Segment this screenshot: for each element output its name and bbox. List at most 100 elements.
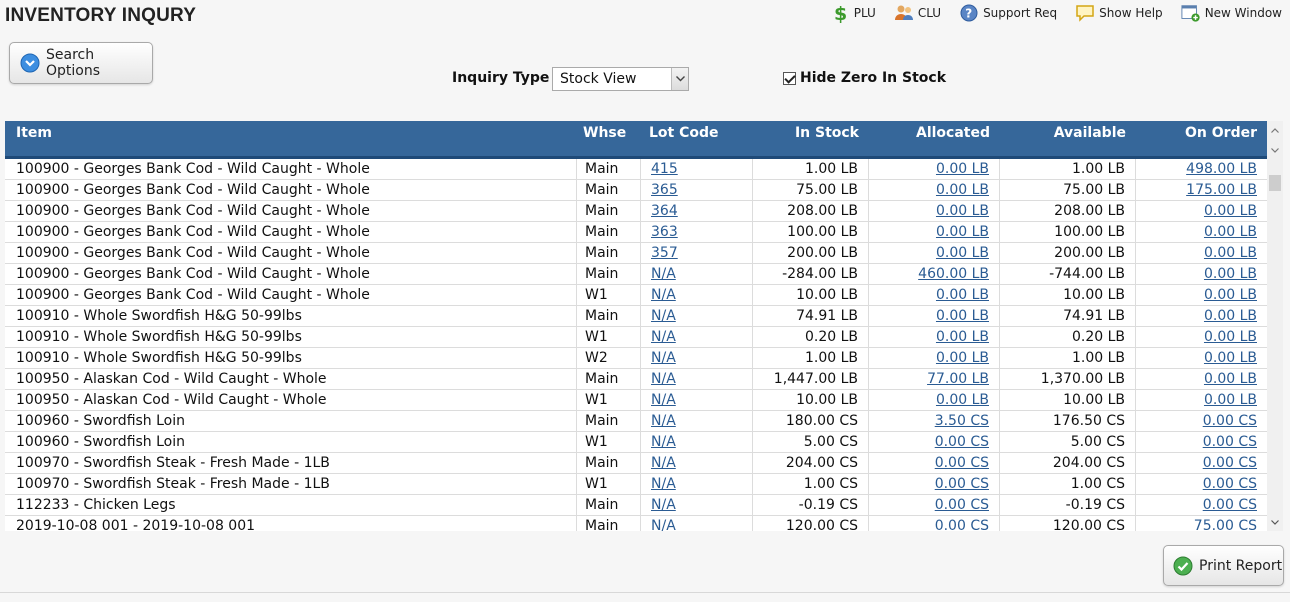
onorder-link[interactable]: 0.00 LB: [1204, 350, 1257, 366]
allocated-link[interactable]: 460.00 LB: [918, 266, 989, 282]
new-window-icon: [1181, 3, 1201, 23]
lot-link[interactable]: 363: [651, 224, 678, 240]
clu-link[interactable]: CLU: [894, 3, 941, 23]
table-row: 100900 - Georges Bank Cod - Wild Caught …: [5, 159, 1267, 180]
table-header: Item Whse Lot Code In Stock Allocated Av…: [5, 121, 1267, 159]
cell-whse: Main: [577, 222, 641, 242]
cell-onorder: 0.00 LB: [1136, 306, 1267, 326]
table-scrollbar[interactable]: [1267, 121, 1283, 531]
onorder-link[interactable]: 0.00 LB: [1204, 245, 1257, 261]
col-header-onorder[interactable]: On Order: [1136, 121, 1267, 156]
support-req-link[interactable]: ? Support Req: [959, 3, 1057, 23]
onorder-link[interactable]: 0.00 CS: [1203, 455, 1257, 471]
scroll-up-icon[interactable]: [1267, 123, 1283, 137]
new-window-link[interactable]: New Window: [1181, 3, 1282, 23]
chevron-down-circle-icon: [20, 53, 40, 73]
onorder-link[interactable]: 0.00 CS: [1203, 476, 1257, 492]
lot-link[interactable]: N/A: [651, 350, 676, 366]
scroll-down-icon[interactable]: [1267, 515, 1283, 529]
onorder-link[interactable]: 0.00 CS: [1203, 413, 1257, 429]
allocated-link[interactable]: 0.00 LB: [936, 203, 989, 219]
allocated-link[interactable]: 0.00 CS: [935, 476, 989, 492]
lot-link[interactable]: N/A: [651, 329, 676, 345]
col-header-lot[interactable]: Lot Code: [641, 121, 753, 156]
cell-available: 1.00 CS: [1000, 474, 1136, 494]
lot-link[interactable]: N/A: [651, 434, 676, 450]
allocated-link[interactable]: 0.00 CS: [935, 518, 989, 531]
lot-link[interactable]: N/A: [651, 392, 676, 408]
cell-whse: W2: [577, 348, 641, 368]
cell-available: 1,370.00 LB: [1000, 369, 1136, 389]
cell-onorder: 0.00 CS: [1136, 474, 1267, 494]
lot-link[interactable]: 364: [651, 203, 678, 219]
lot-link[interactable]: N/A: [651, 497, 676, 513]
onorder-link[interactable]: 0.00 CS: [1203, 434, 1257, 450]
cell-allocated: 0.00 CS: [869, 516, 1000, 531]
cell-onorder: 0.00 LB: [1136, 369, 1267, 389]
print-report-button[interactable]: Print Report: [1163, 545, 1284, 586]
onorder-link[interactable]: 0.00 LB: [1204, 392, 1257, 408]
onorder-link[interactable]: 0.00 CS: [1203, 497, 1257, 513]
col-header-instock[interactable]: In Stock: [753, 121, 869, 156]
lot-link[interactable]: N/A: [651, 518, 676, 531]
lot-link[interactable]: 365: [651, 182, 678, 198]
inquiry-type-select[interactable]: Stock View: [552, 67, 689, 91]
col-header-allocated[interactable]: Allocated: [869, 121, 1000, 156]
allocated-link[interactable]: 0.00 LB: [936, 350, 989, 366]
onorder-link[interactable]: 0.00 LB: [1204, 371, 1257, 387]
scroll-down-small-icon[interactable]: [1267, 143, 1283, 157]
lot-link[interactable]: N/A: [651, 413, 676, 429]
allocated-link[interactable]: 0.00 LB: [936, 308, 989, 324]
onorder-link[interactable]: 0.00 LB: [1204, 224, 1257, 240]
cell-allocated: 0.00 LB: [869, 201, 1000, 221]
hide-zero-checkbox[interactable]: [783, 71, 796, 85]
col-header-item[interactable]: Item: [5, 121, 577, 156]
cell-whse: Main: [577, 516, 641, 531]
allocated-link[interactable]: 3.50 CS: [935, 413, 989, 429]
allocated-link[interactable]: 0.00 LB: [936, 182, 989, 198]
lot-link[interactable]: N/A: [651, 308, 676, 324]
cell-onorder: 0.00 LB: [1136, 285, 1267, 305]
allocated-link[interactable]: 0.00 LB: [936, 161, 989, 177]
allocated-link[interactable]: 0.00 CS: [935, 434, 989, 450]
allocated-link[interactable]: 0.00 LB: [936, 392, 989, 408]
lot-link[interactable]: N/A: [651, 266, 676, 282]
lot-link[interactable]: N/A: [651, 287, 676, 303]
cell-lot: N/A: [641, 495, 753, 515]
col-header-whse[interactable]: Whse: [577, 121, 641, 156]
onorder-link[interactable]: 0.00 LB: [1204, 329, 1257, 345]
allocated-link[interactable]: 0.00 LB: [936, 224, 989, 240]
cell-available: 75.00 LB: [1000, 180, 1136, 200]
lot-link[interactable]: 357: [651, 245, 678, 261]
allocated-link[interactable]: 0.00 LB: [936, 329, 989, 345]
allocated-link[interactable]: 0.00 CS: [935, 455, 989, 471]
bottom-divider: [0, 592, 1290, 593]
show-help-link[interactable]: Show Help: [1075, 3, 1163, 23]
col-header-available[interactable]: Available: [1000, 121, 1136, 156]
svg-text:$: $: [834, 3, 847, 23]
search-options-button[interactable]: Search Options: [9, 42, 153, 84]
allocated-link[interactable]: 77.00 LB: [927, 371, 989, 387]
onorder-link[interactable]: 75.00 CS: [1194, 518, 1257, 531]
cell-item: 100910 - Whole Swordfish H&G 50-99lbs: [5, 348, 577, 368]
lot-link[interactable]: 415: [651, 161, 678, 177]
allocated-link[interactable]: 0.00 LB: [936, 287, 989, 303]
onorder-link[interactable]: 0.00 LB: [1204, 203, 1257, 219]
onorder-link[interactable]: 175.00 LB: [1186, 182, 1257, 198]
allocated-link[interactable]: 0.00 LB: [936, 245, 989, 261]
onorder-link[interactable]: 0.00 LB: [1204, 266, 1257, 282]
lot-link[interactable]: N/A: [651, 476, 676, 492]
scroll-thumb[interactable]: [1269, 175, 1281, 191]
show-help-label: Show Help: [1099, 6, 1163, 20]
cell-allocated: 0.00 LB: [869, 222, 1000, 242]
allocated-link[interactable]: 0.00 CS: [935, 497, 989, 513]
cell-whse: Main: [577, 453, 641, 473]
chevron-down-icon[interactable]: [671, 68, 688, 90]
lot-link[interactable]: N/A: [651, 455, 676, 471]
onorder-link[interactable]: 0.00 LB: [1204, 308, 1257, 324]
cell-instock: 1.00 LB: [753, 348, 869, 368]
onorder-link[interactable]: 498.00 LB: [1186, 161, 1257, 177]
plu-link[interactable]: $ PLU: [830, 3, 876, 23]
onorder-link[interactable]: 0.00 LB: [1204, 287, 1257, 303]
lot-link[interactable]: N/A: [651, 371, 676, 387]
